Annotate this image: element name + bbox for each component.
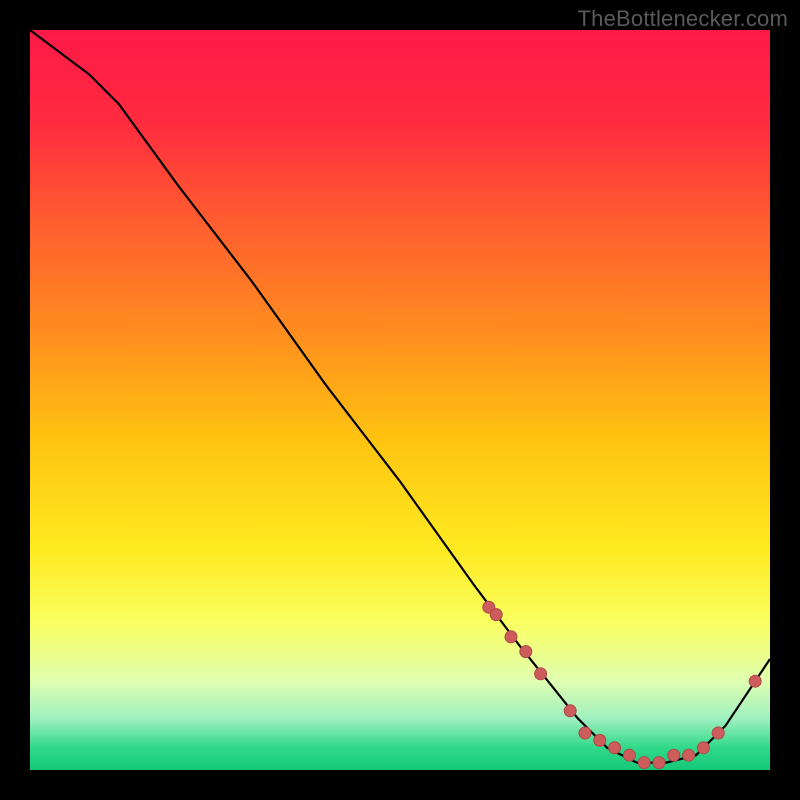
marker-point (490, 609, 502, 621)
marker-point (697, 742, 709, 754)
marker-point (564, 705, 576, 717)
chart-stage: TheBottlenecker.com (0, 0, 800, 800)
marker-point (683, 749, 695, 761)
marker-point (749, 675, 761, 687)
marker-point (594, 734, 606, 746)
marker-point (505, 631, 517, 643)
marker-point (712, 727, 724, 739)
chart-plot (30, 30, 770, 770)
watermark-text: TheBottlenecker.com (578, 6, 788, 32)
marker-point (520, 646, 532, 658)
chart-background (30, 30, 770, 770)
marker-point (653, 757, 665, 769)
marker-point (668, 749, 680, 761)
marker-point (535, 668, 547, 680)
marker-point (638, 757, 650, 769)
marker-point (623, 749, 635, 761)
marker-point (609, 742, 621, 754)
chart-svg (30, 30, 770, 770)
marker-point (579, 727, 591, 739)
